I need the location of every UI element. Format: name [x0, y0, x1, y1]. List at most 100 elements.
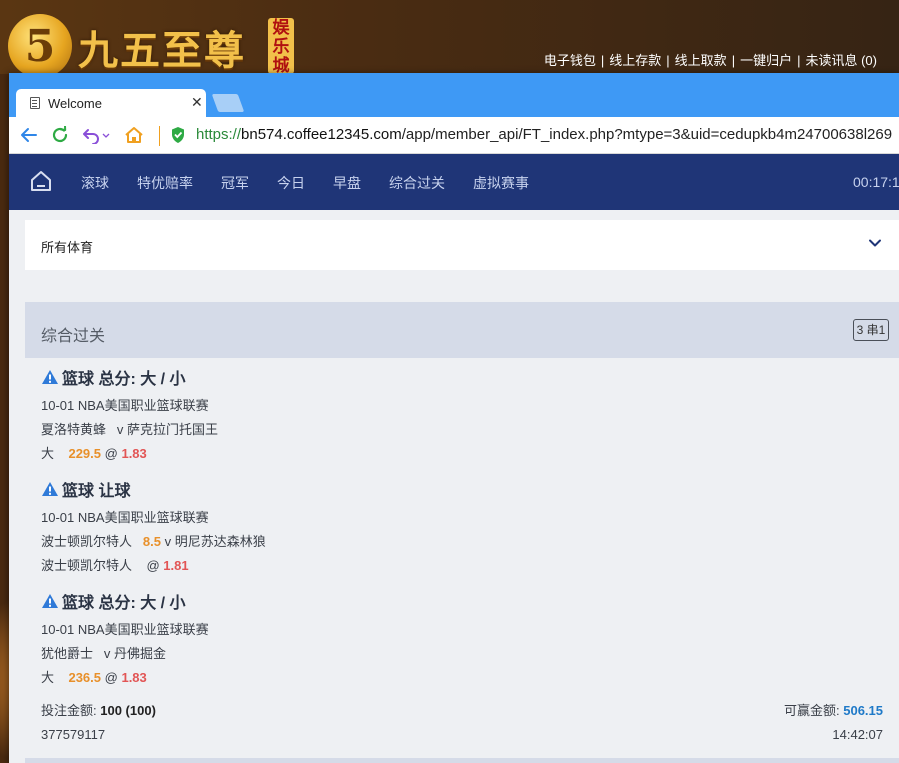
chevron-down-icon — [868, 236, 882, 250]
nav-item-today[interactable]: 今日 — [277, 173, 305, 193]
total-line: 236.5 — [68, 670, 102, 685]
link-separator: | — [666, 53, 670, 68]
pick-label: 波士顿凯尔特人 — [41, 558, 133, 573]
site-logo-text: 九五至尊 — [78, 27, 246, 74]
nav-item-parlay[interactable]: 综合过关 — [389, 173, 445, 193]
clock: 00:17:1 — [853, 174, 899, 190]
nav-item-in-play[interactable]: 滚球 — [81, 173, 109, 193]
handicap-value: 8.5 — [142, 534, 161, 549]
refresh-icon[interactable] — [49, 123, 71, 147]
link-separator: | — [731, 53, 736, 68]
bet-league: 10-01 NBA美国职业篮球联赛 — [41, 622, 209, 637]
bet-market-label: 篮球 总分: 大 / 小 — [62, 595, 186, 612]
link-withdraw[interactable]: 线上取款 — [675, 53, 727, 68]
potential-win: 可赢金额: 506.15 — [784, 699, 883, 723]
link-separator: | — [797, 53, 801, 68]
bet-market-label: 篮球 总分: 大 / 小 — [62, 371, 186, 388]
site-header: 5 九五至尊 娱乐城 电子钱包 | 线上存款 | 线上取款 | 一键归户 | 未读讯息 (0) — [0, 0, 899, 78]
parlay-header: 综合过关 3 串1 — [25, 302, 899, 358]
browser-window: Welcome ✕ https://bn574.coffee12345.com/… — [9, 73, 899, 763]
browser-toolbar: https://bn574.coffee12345.com/app/member… — [9, 117, 899, 154]
nav-item-virtual[interactable]: 虚拟赛事 — [473, 173, 529, 193]
next-ticket-header — [25, 758, 899, 763]
at-sign: @ — [104, 446, 118, 461]
vs-label: v — [164, 534, 172, 549]
logo-badge: 5 — [8, 14, 72, 78]
odds-value: 1.83 — [121, 446, 147, 461]
nav-item-best-odds[interactable]: 特优赔率 — [137, 173, 193, 193]
bet-matchup: 犹他爵士 v 丹佛掘金 — [41, 642, 881, 666]
page-icon — [30, 97, 40, 109]
link-separator: | — [600, 53, 605, 68]
nav-item-outrights[interactable]: 冠军 — [221, 173, 249, 193]
bet-league: 10-01 NBA美国职业篮球联赛 — [41, 510, 209, 525]
tab-title: Welcome — [48, 96, 102, 111]
parlay-ticket: 综合过关 3 串1 篮球 总分: 大 / 小 10-01 NBA美国职业篮球联赛… — [25, 302, 899, 763]
pick-label: 大 — [41, 446, 55, 461]
home-team: 波士顿凯尔特人 — [41, 534, 133, 549]
win-value: 506.15 — [843, 703, 883, 718]
shield-icon[interactable] — [167, 123, 189, 147]
bet-leg: 篮球 总分: 大 / 小 10-01 NBA美国职业篮球联赛 夏洛特黄蜂 v 萨… — [41, 366, 881, 466]
warning-icon — [42, 482, 58, 496]
link-deposit[interactable]: 线上存款 — [609, 53, 661, 68]
away-team: 丹佛掘金 — [113, 646, 166, 661]
url-host: bn574.coffee12345.com — [241, 126, 402, 143]
total-line: 229.5 — [68, 446, 102, 461]
link-unread-messages[interactable]: 未读讯息 (0) — [805, 53, 877, 68]
bet-market: 篮球 总分: 大 / 小 — [41, 590, 881, 612]
nav-item-early[interactable]: 早盘 — [333, 173, 361, 193]
toolbar-divider — [159, 126, 160, 146]
home-team: 犹他爵士 — [41, 646, 94, 661]
ticket-row: 377579117 14:42:07 — [41, 723, 883, 747]
address-bar[interactable]: https://bn574.coffee12345.com/app/member… — [196, 126, 892, 143]
url-scheme: https:// — [196, 126, 242, 143]
undo-icon[interactable] — [81, 123, 111, 147]
browser-tab-bar: Welcome ✕ — [9, 73, 899, 117]
site-logo-tag: 娱乐城 — [268, 18, 294, 74]
at-sign: @ — [146, 558, 160, 573]
browser-tab-welcome[interactable]: Welcome ✕ — [16, 89, 206, 117]
odds-value: 1.81 — [163, 558, 189, 573]
at-sign: @ — [104, 670, 118, 685]
parlay-title: 综合过关 — [41, 328, 106, 345]
bet-selection: 波士顿凯尔特人 @ 1.81 — [41, 554, 881, 578]
vs-label: v — [103, 646, 111, 661]
link-e-wallet[interactable]: 电子钱包 — [544, 53, 596, 68]
pick-label: 大 — [41, 670, 55, 685]
away-team: 明尼苏达森林狼 — [174, 534, 266, 549]
nav-menu: 滚球 特优赔率 冠军 今日 早盘 综合过关 虚拟赛事 — [81, 173, 557, 193]
warning-icon — [42, 370, 58, 384]
home-icon[interactable] — [29, 169, 53, 193]
bet-selection: 大 236.5 @ 1.83 — [41, 666, 881, 690]
bet-market-label: 篮球 让球 — [62, 483, 131, 500]
link-one-click-transfer[interactable]: 一键归户 — [740, 53, 792, 68]
warning-icon — [42, 594, 58, 608]
stake-value: 100 (100) — [100, 703, 156, 718]
stake-row: 投注金额: 100 (100) 可赢金额: 506.15 — [41, 699, 883, 723]
parlay-type-badge: 3 串1 — [853, 319, 889, 341]
ticket-id: 377579117 — [41, 727, 106, 742]
bet-leg: 篮球 让球 10-01 NBA美国职业篮球联赛 波士顿凯尔特人 8.5 v 明尼… — [41, 478, 881, 578]
home-team: 夏洛特黄蜂 — [41, 422, 107, 437]
home-icon[interactable] — [123, 123, 145, 147]
site-top-links: 电子钱包 | 线上存款 | 线上取款 | 一键归户 | 未读讯息 (0) — [544, 50, 877, 69]
bet-matchup: 夏洛特黄蜂 v 萨克拉门托国王 — [41, 418, 881, 442]
back-arrow-icon[interactable] — [18, 123, 40, 147]
new-tab-button[interactable] — [211, 94, 245, 112]
bet-market: 篮球 让球 — [41, 478, 881, 500]
vs-label: v — [116, 422, 124, 437]
bet-market: 篮球 总分: 大 / 小 — [41, 366, 881, 388]
bet-selection: 大 229.5 @ 1.83 — [41, 442, 881, 466]
close-icon[interactable]: ✕ — [191, 94, 203, 111]
bet-leg: 篮球 总分: 大 / 小 10-01 NBA美国职业篮球联赛 犹他爵士 v 丹佛… — [41, 590, 881, 690]
sportsbook-navbar: 滚球 特优赔率 冠军 今日 早盘 综合过关 虚拟赛事 00:17:1 — [9, 154, 899, 210]
ticket-time: 14:42:07 — [832, 727, 883, 742]
sport-select-dropdown[interactable]: 所有体育 — [25, 220, 899, 270]
url-path: /app/member_api/FT_index.php?mtype=3&uid… — [401, 126, 893, 143]
odds-value: 1.83 — [121, 670, 147, 685]
sport-select-value: 所有体育 — [41, 240, 94, 255]
bet-matchup: 波士顿凯尔特人 8.5 v 明尼苏达森林狼 — [41, 530, 881, 554]
web-content: 滚球 特优赔率 冠军 今日 早盘 综合过关 虚拟赛事 00:17:1 所有体育 … — [9, 154, 899, 763]
win-label: 可赢金额: — [783, 703, 840, 718]
